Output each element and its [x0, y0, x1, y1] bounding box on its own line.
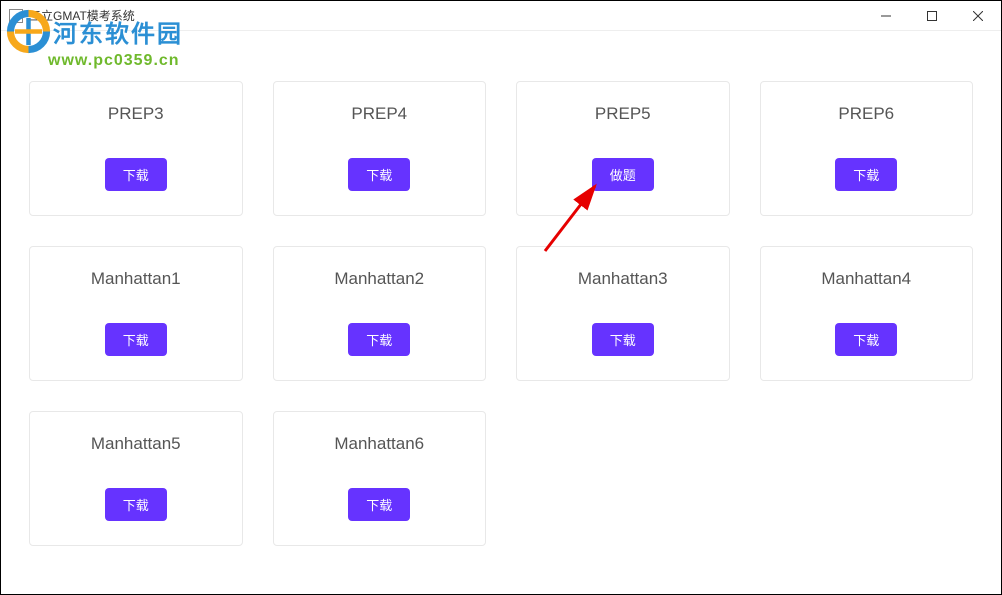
- card-title: Manhattan4: [771, 269, 963, 289]
- download-button[interactable]: 下载: [348, 158, 410, 191]
- download-button[interactable]: 下载: [592, 323, 654, 356]
- download-button[interactable]: 下载: [105, 323, 167, 356]
- titlebar: 三立GMAT模考系统: [1, 1, 1001, 31]
- card-title: Manhattan5: [40, 434, 232, 454]
- maximize-button[interactable]: [909, 1, 955, 31]
- card-prep3: PREP3 下载: [29, 81, 243, 216]
- card-title: PREP4: [284, 104, 476, 124]
- practice-button[interactable]: 做题: [592, 158, 654, 191]
- download-button[interactable]: 下载: [105, 488, 167, 521]
- card-prep4: PREP4 下载: [273, 81, 487, 216]
- card-prep5: PREP5 做题: [516, 81, 730, 216]
- card-title: PREP6: [771, 104, 963, 124]
- close-button[interactable]: [955, 1, 1001, 31]
- download-button[interactable]: 下载: [835, 158, 897, 191]
- card-title: Manhattan2: [284, 269, 476, 289]
- app-icon: [9, 9, 23, 23]
- card-title: Manhattan1: [40, 269, 232, 289]
- download-button[interactable]: 下载: [105, 158, 167, 191]
- window-controls: [863, 1, 1001, 30]
- card-manhattan3: Manhattan3 下载: [516, 246, 730, 381]
- card-manhattan4: Manhattan4 下载: [760, 246, 974, 381]
- card-title: PREP5: [527, 104, 719, 124]
- window-title: 三立GMAT模考系统: [29, 7, 135, 24]
- download-button[interactable]: 下载: [348, 488, 410, 521]
- card-title: Manhattan6: [284, 434, 476, 454]
- titlebar-left: 三立GMAT模考系统: [9, 7, 135, 24]
- card-prep6: PREP6 下载: [760, 81, 974, 216]
- card-manhattan2: Manhattan2 下载: [273, 246, 487, 381]
- card-manhattan1: Manhattan1 下载: [29, 246, 243, 381]
- download-button[interactable]: 下载: [835, 323, 897, 356]
- card-manhattan6: Manhattan6 下载: [273, 411, 487, 546]
- content-area: PREP3 下载 PREP4 下载 PREP5 做题 PREP6 下载 Manh…: [1, 31, 1001, 566]
- download-button[interactable]: 下载: [348, 323, 410, 356]
- minimize-button[interactable]: [863, 1, 909, 31]
- card-grid: PREP3 下载 PREP4 下载 PREP5 做题 PREP6 下载 Manh…: [29, 81, 973, 546]
- card-title: Manhattan3: [527, 269, 719, 289]
- card-title: PREP3: [40, 104, 232, 124]
- card-manhattan5: Manhattan5 下载: [29, 411, 243, 546]
